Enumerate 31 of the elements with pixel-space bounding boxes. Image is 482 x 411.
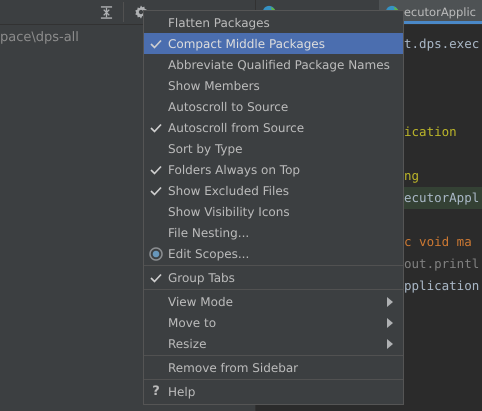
menu-item[interactable]: Sort by Type	[144, 138, 403, 159]
code-text: ecutorAppl	[404, 190, 480, 205]
submenu-arrow-icon	[387, 318, 393, 328]
menu-item[interactable]: File Nesting...	[144, 222, 403, 243]
menu-item[interactable]: ? Help	[144, 381, 403, 402]
code-text: out.printl	[404, 256, 480, 271]
menu-item[interactable]: Show Members	[144, 75, 403, 96]
menu-item[interactable]: Resize	[144, 333, 403, 354]
menu-item[interactable]: Autoscroll from Source	[144, 117, 403, 138]
menu-item[interactable]: View Mode	[144, 291, 403, 312]
menu-item[interactable]: Abbreviate Qualified Package Names	[144, 54, 403, 75]
code-text: t.dps.exec	[404, 36, 480, 51]
submenu-arrow-icon	[387, 338, 393, 348]
help-icon: ?	[152, 384, 160, 399]
menu-item[interactable]: Remove from Sidebar	[144, 357, 403, 378]
menu-item[interactable]: Show Excluded Files	[144, 180, 403, 201]
project-path: pace\dps-all	[0, 30, 79, 45]
collapse-all-icon[interactable]	[100, 6, 113, 18]
code-text: pplication	[404, 278, 480, 293]
submenu-arrow-icon	[387, 296, 393, 306]
menu-item[interactable]: Group Tabs	[144, 267, 403, 288]
menu-item[interactable]: Folders Always on Top	[144, 159, 403, 180]
menu-item[interactable]: Show Visibility Icons	[144, 201, 403, 222]
radio-icon	[149, 246, 163, 260]
menu-item[interactable]: Move to	[144, 312, 403, 333]
menu-item[interactable]: Autoscroll to Source	[144, 96, 403, 117]
code-text: ication	[404, 124, 457, 139]
menu-item[interactable]: Edit Scopes...	[144, 243, 403, 264]
menu-item[interactable]: Compact Middle Packages	[144, 33, 403, 54]
code-text: c void ma	[404, 234, 472, 249]
code-text: ng	[404, 168, 420, 183]
